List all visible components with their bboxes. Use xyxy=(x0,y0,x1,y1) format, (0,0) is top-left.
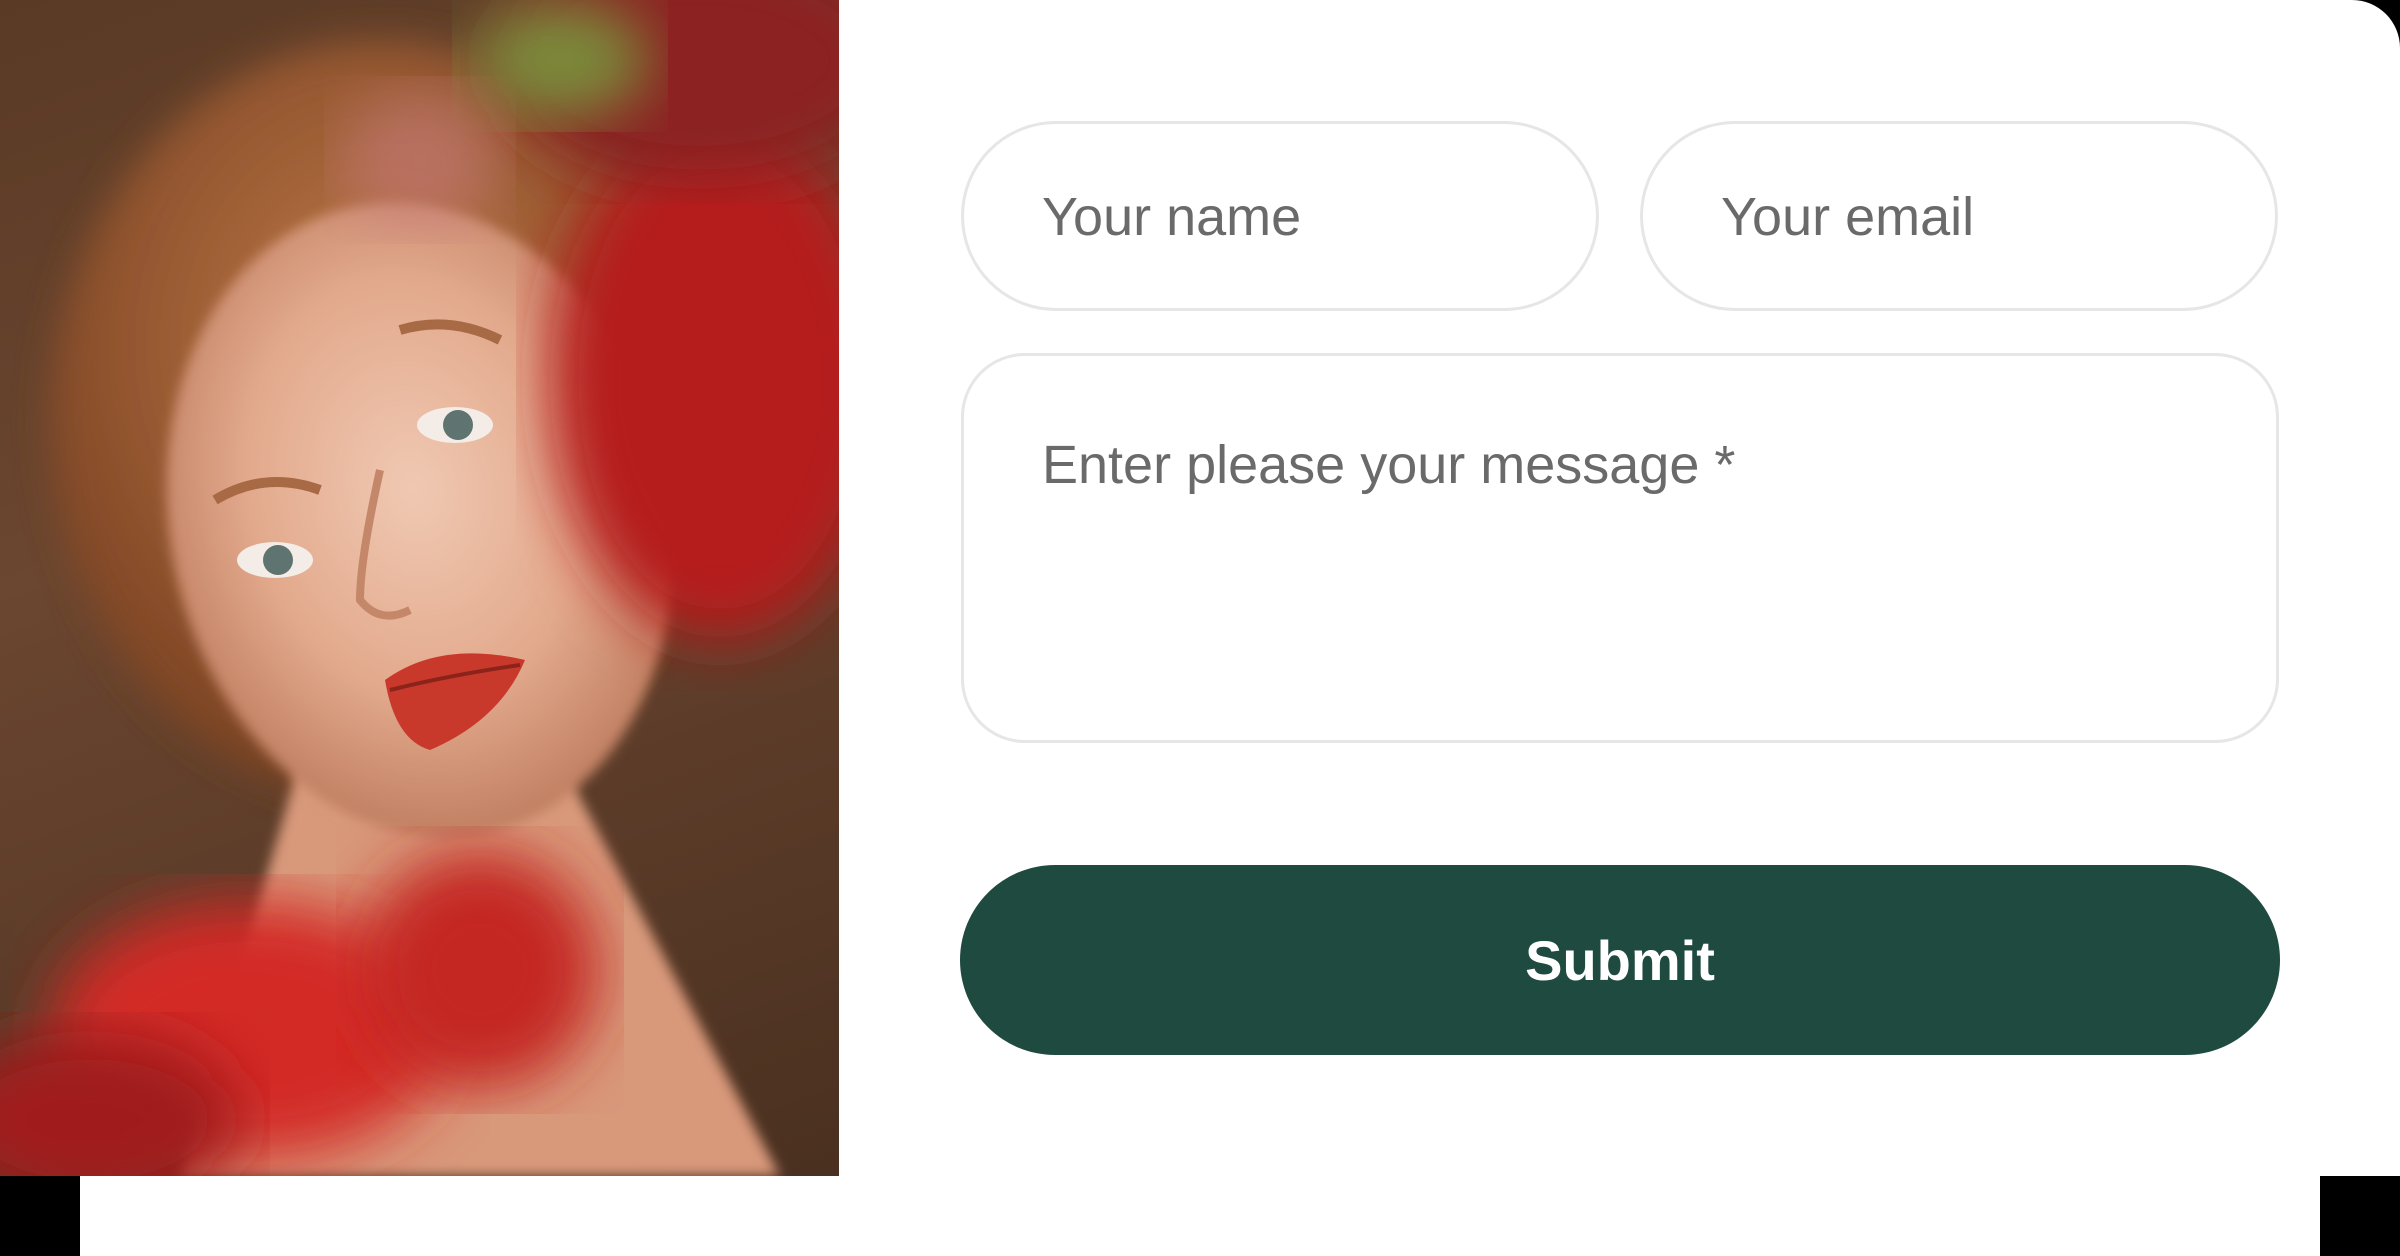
portrait-photo xyxy=(0,0,839,1176)
message-placeholder: Enter please your message * xyxy=(1042,435,1736,495)
name-field[interactable]: Your name xyxy=(961,121,1599,311)
contact-card: Your name Your email Enter please your m… xyxy=(0,0,2400,1256)
portrait-illustration xyxy=(0,0,839,1176)
submit-label: Submit xyxy=(1525,928,1715,992)
message-textarea[interactable]: Enter please your message * xyxy=(961,353,2279,743)
corner-cutout-right xyxy=(2320,1176,2400,1256)
corner-cutout-left xyxy=(0,1176,80,1256)
email-placeholder: Your email xyxy=(1721,187,1975,247)
email-field[interactable]: Your email xyxy=(1640,121,2278,311)
name-placeholder: Your name xyxy=(1042,187,1302,247)
submit-button[interactable]: Submit xyxy=(960,865,2280,1055)
card-bottom xyxy=(80,1176,2320,1256)
